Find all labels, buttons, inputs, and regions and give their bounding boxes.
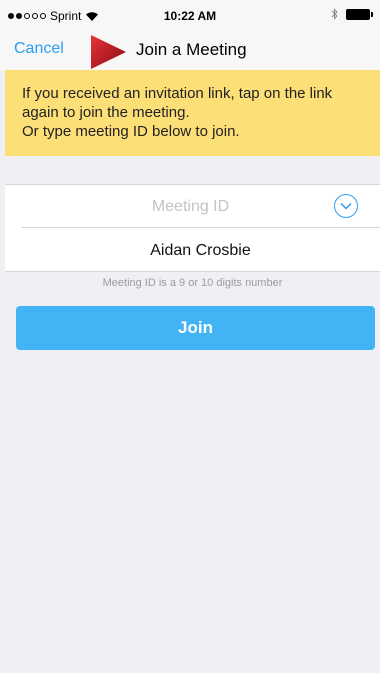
join-button[interactable]: Join xyxy=(16,306,375,350)
pointer-arrow-icon xyxy=(91,35,126,69)
cancel-button[interactable]: Cancel xyxy=(14,40,64,58)
invitation-banner: If you received an invitation link, tap … xyxy=(5,70,380,156)
banner-line: If you received an invitation link, tap … xyxy=(22,85,333,102)
banner-line: Or type meeting ID below to join. xyxy=(22,123,240,140)
screen-name-input[interactable] xyxy=(21,229,380,272)
status-bar: Sprint 10:22 AM xyxy=(0,0,380,30)
status-right xyxy=(331,8,373,20)
meeting-id-input[interactable] xyxy=(21,185,380,228)
join-form xyxy=(5,184,380,272)
banner-line: again to join the meeting. xyxy=(22,104,190,121)
chevron-down-icon xyxy=(340,202,352,210)
meeting-id-row xyxy=(21,185,380,228)
nav-bar: Cancel Join a Meeting xyxy=(0,30,380,70)
meeting-id-hint: Meeting ID is a 9 or 10 digits number xyxy=(102,277,283,289)
status-time: 10:22 AM xyxy=(163,9,217,23)
page-title: Join a Meeting xyxy=(136,40,247,59)
bluetooth-icon xyxy=(331,8,338,20)
meeting-history-dropdown[interactable] xyxy=(334,194,358,218)
battery-icon xyxy=(346,8,373,20)
